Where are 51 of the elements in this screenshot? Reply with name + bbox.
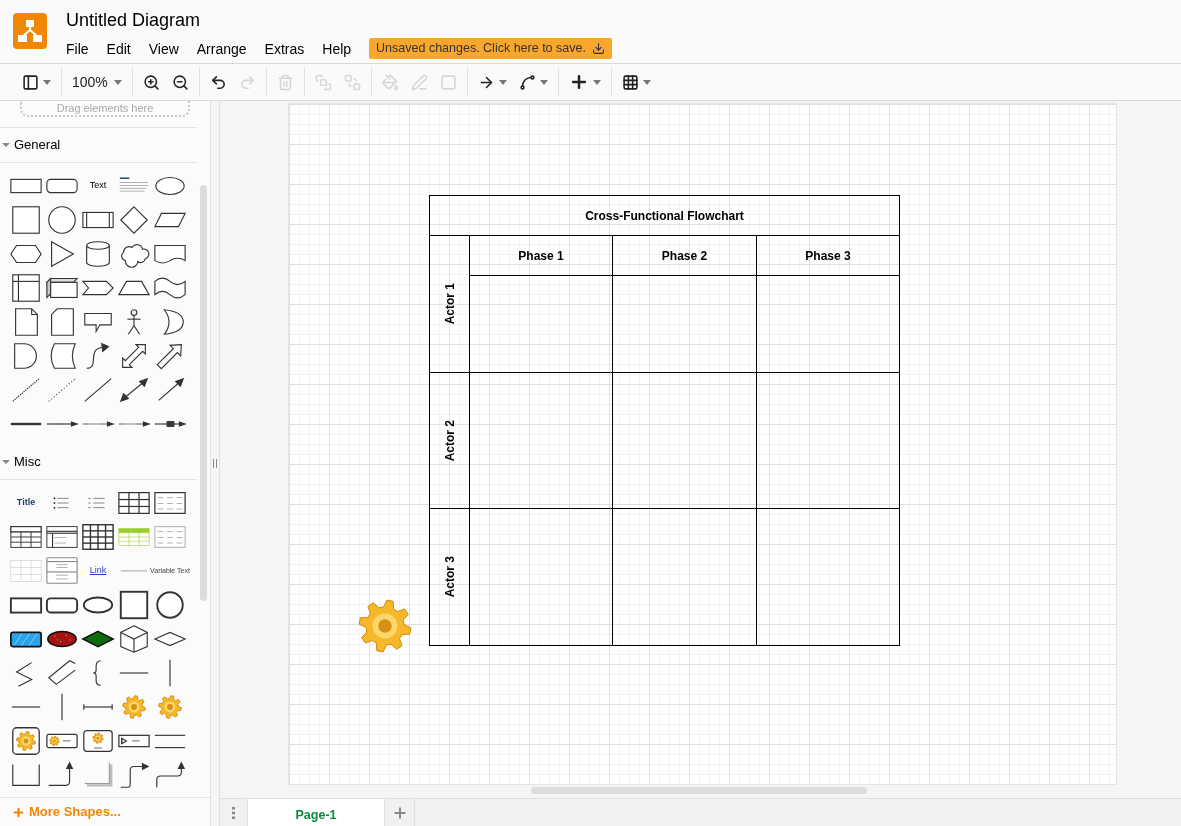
diagram-title: Cross-Functional Flowchart <box>430 196 900 236</box>
gear-card-shape-icon[interactable] <box>9 726 43 756</box>
lane-header: Actor 2 <box>430 373 470 509</box>
caret-icon <box>539 79 548 85</box>
scrollbar[interactable] <box>200 185 207 601</box>
square-shape-icon[interactable] <box>9 205 43 235</box>
grid-table-shape-icon[interactable] <box>81 522 115 552</box>
phase-header: Phase 3 <box>757 236 900 276</box>
save-notice-button[interactable]: Unsaved changes. Click here to save. <box>369 38 612 59</box>
caret-icon <box>592 79 601 85</box>
plus-icon <box>391 804 408 821</box>
caret-icon <box>642 79 651 85</box>
lane-header: Actor 3 <box>430 509 470 646</box>
logo-icon[interactable] <box>13 13 47 49</box>
caret-icon <box>2 458 10 466</box>
bold-square-shape-icon[interactable] <box>117 590 151 620</box>
lane-header: Actor 1 <box>430 236 470 373</box>
internal-storage-shape-icon[interactable] <box>9 273 43 303</box>
zoom-dropdown[interactable]: 100% <box>66 68 128 96</box>
menu-item[interactable]: Edit <box>106 39 131 58</box>
menu-item[interactable]: Arrange <box>196 39 247 58</box>
caret-icon <box>43 79 51 85</box>
link-text[interactable]: Link <box>89 564 107 578</box>
horizontal-scrollbar[interactable] <box>531 787 867 794</box>
caret-icon <box>498 79 507 85</box>
step-arrow-shape-icon[interactable] <box>153 760 187 790</box>
menu-item[interactable]: Extras <box>264 39 305 58</box>
title-label[interactable]: Title <box>16 496 36 510</box>
text-label[interactable]: Text <box>89 179 107 193</box>
isometric-cube-shape-icon[interactable] <box>117 624 151 654</box>
diamond-shape-icon[interactable] <box>117 205 151 235</box>
circle-shape-icon[interactable] <box>45 205 79 235</box>
plus-icon <box>12 805 25 819</box>
more-vertical-icon <box>232 806 235 819</box>
menu-item[interactable]: File <box>66 39 89 58</box>
section-header[interactable]: Misc <box>0 445 197 480</box>
phase-header: Phase 1 <box>470 236 613 276</box>
section-header[interactable]: General <box>0 128 197 163</box>
gear-icon <box>358 599 412 653</box>
caret-icon <box>2 141 10 149</box>
phase-header: Phase 2 <box>613 236 757 276</box>
download-icon <box>591 42 605 55</box>
caret-icon <box>113 79 122 85</box>
menu-item[interactable]: View <box>148 39 179 58</box>
document-title[interactable]: Untitled Diagram <box>66 8 612 32</box>
page-tab[interactable]: Page-1 <box>248 799 385 826</box>
double-headed-line-shape-icon[interactable] <box>117 375 151 405</box>
splitter-handle-icon[interactable] <box>213 459 217 468</box>
bold-circle-shape-icon[interactable] <box>153 590 187 620</box>
drop-zone: Drag elements here <box>20 101 190 117</box>
menu-item[interactable]: Help <box>322 39 352 58</box>
